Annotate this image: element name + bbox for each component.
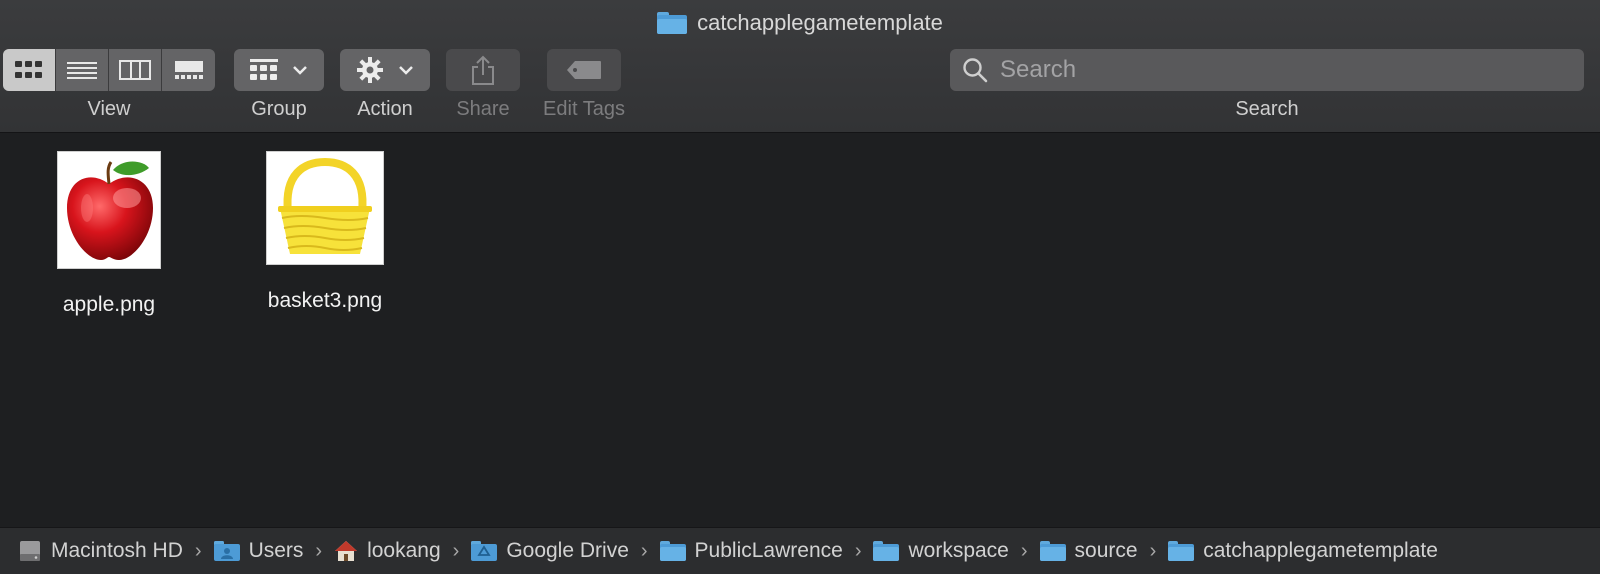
gallery-icon [174,61,203,79]
group-button[interactable] [234,49,324,91]
hard-drive-icon [20,541,40,561]
path-item-google-drive[interactable]: Google Drive [471,539,629,563]
chevron-down-icon [399,66,413,75]
gear-icon [357,57,383,83]
window-title: catchapplegametemplate [697,10,943,35]
apple-icon [67,161,153,260]
google-drive-folder-icon [471,541,498,561]
share-control [446,49,520,91]
icon-view-button[interactable] [3,49,56,91]
search-icon [963,58,988,83]
file-item[interactable]: apple.png [48,151,170,317]
columns-icon [119,60,151,80]
list-view-button[interactable] [56,49,109,91]
home-icon [335,541,358,561]
search-input[interactable] [1000,56,1560,84]
group-control [234,49,324,91]
list-icon [67,62,97,79]
edit-tags-button[interactable] [547,49,621,91]
folder-icon [1168,541,1195,561]
file-browser-area: apple.png basket3.png [0,134,1600,527]
share-label: Share [456,98,510,120]
share-icon [472,55,494,85]
action-control [340,49,430,91]
icon-grid-icon [15,61,42,78]
path-item-source[interactable]: source [1039,539,1138,563]
path-item-publiclawrence[interactable]: PublicLawrence [659,539,843,563]
edit-tags-label: Edit Tags [543,98,625,120]
file-name: basket3.png [267,289,383,312]
chevron-right-icon: › [1020,539,1028,562]
path-item-users[interactable]: Users [213,539,304,563]
chevron-right-icon: › [194,539,202,562]
title-bar: catchapplegametemplate [0,6,1600,40]
path-item-label: Macintosh HD [51,539,183,562]
path-item-label: lookang [367,539,441,562]
action-label: Action [357,98,413,120]
finder-window: catchapplegametemplate View Group Action… [0,0,1600,574]
basket-thumbnail [266,151,384,265]
chevron-right-icon: › [1149,539,1157,562]
column-view-button[interactable] [109,49,162,91]
view-control [3,49,215,91]
basket-icon [278,157,372,254]
share-button[interactable] [446,49,520,91]
chevron-right-icon: › [854,539,862,562]
path-item-lookang[interactable]: lookang [334,539,441,563]
path-item-label: workspace [908,539,1009,562]
chevron-right-icon: › [640,539,648,562]
chevron-right-icon: › [315,539,323,562]
action-button[interactable] [340,49,430,91]
path-item-label: PublicLawrence [694,539,843,562]
group-grid-icon [250,59,278,80]
gallery-view-button[interactable] [162,49,215,91]
tag-icon [567,61,601,79]
search-label: Search [1235,98,1299,120]
path-item-label: source [1074,539,1138,562]
file-name: apple.png [62,293,156,316]
chevron-right-icon: › [452,539,460,562]
group-label: Group [251,98,307,120]
path-bar: Macintosh HD › Users › lookang › Google … [0,527,1600,574]
path-item-label: Users [248,539,304,562]
search-field[interactable] [950,49,1584,91]
edit-tags-control [547,49,621,91]
path-item-label: catchapplegametemplate [1203,539,1438,562]
path-item-macintosh-hd[interactable]: Macintosh HD [18,539,183,563]
apple-thumbnail [57,151,161,269]
folder-icon [659,541,686,561]
folder-icon [657,12,688,34]
path-item-catchapplegametemplate[interactable]: catchapplegametemplate [1168,539,1438,563]
path-item-label: Google Drive [506,539,629,562]
view-label: View [87,98,131,120]
toolbar: catchapplegametemplate View Group Action… [0,0,1600,133]
folder-icon [1039,541,1066,561]
file-item[interactable]: basket3.png [256,151,394,313]
folder-icon [873,541,900,561]
chevron-down-icon [293,66,307,75]
users-folder-icon [213,541,240,561]
path-item-workspace[interactable]: workspace [873,539,1009,563]
